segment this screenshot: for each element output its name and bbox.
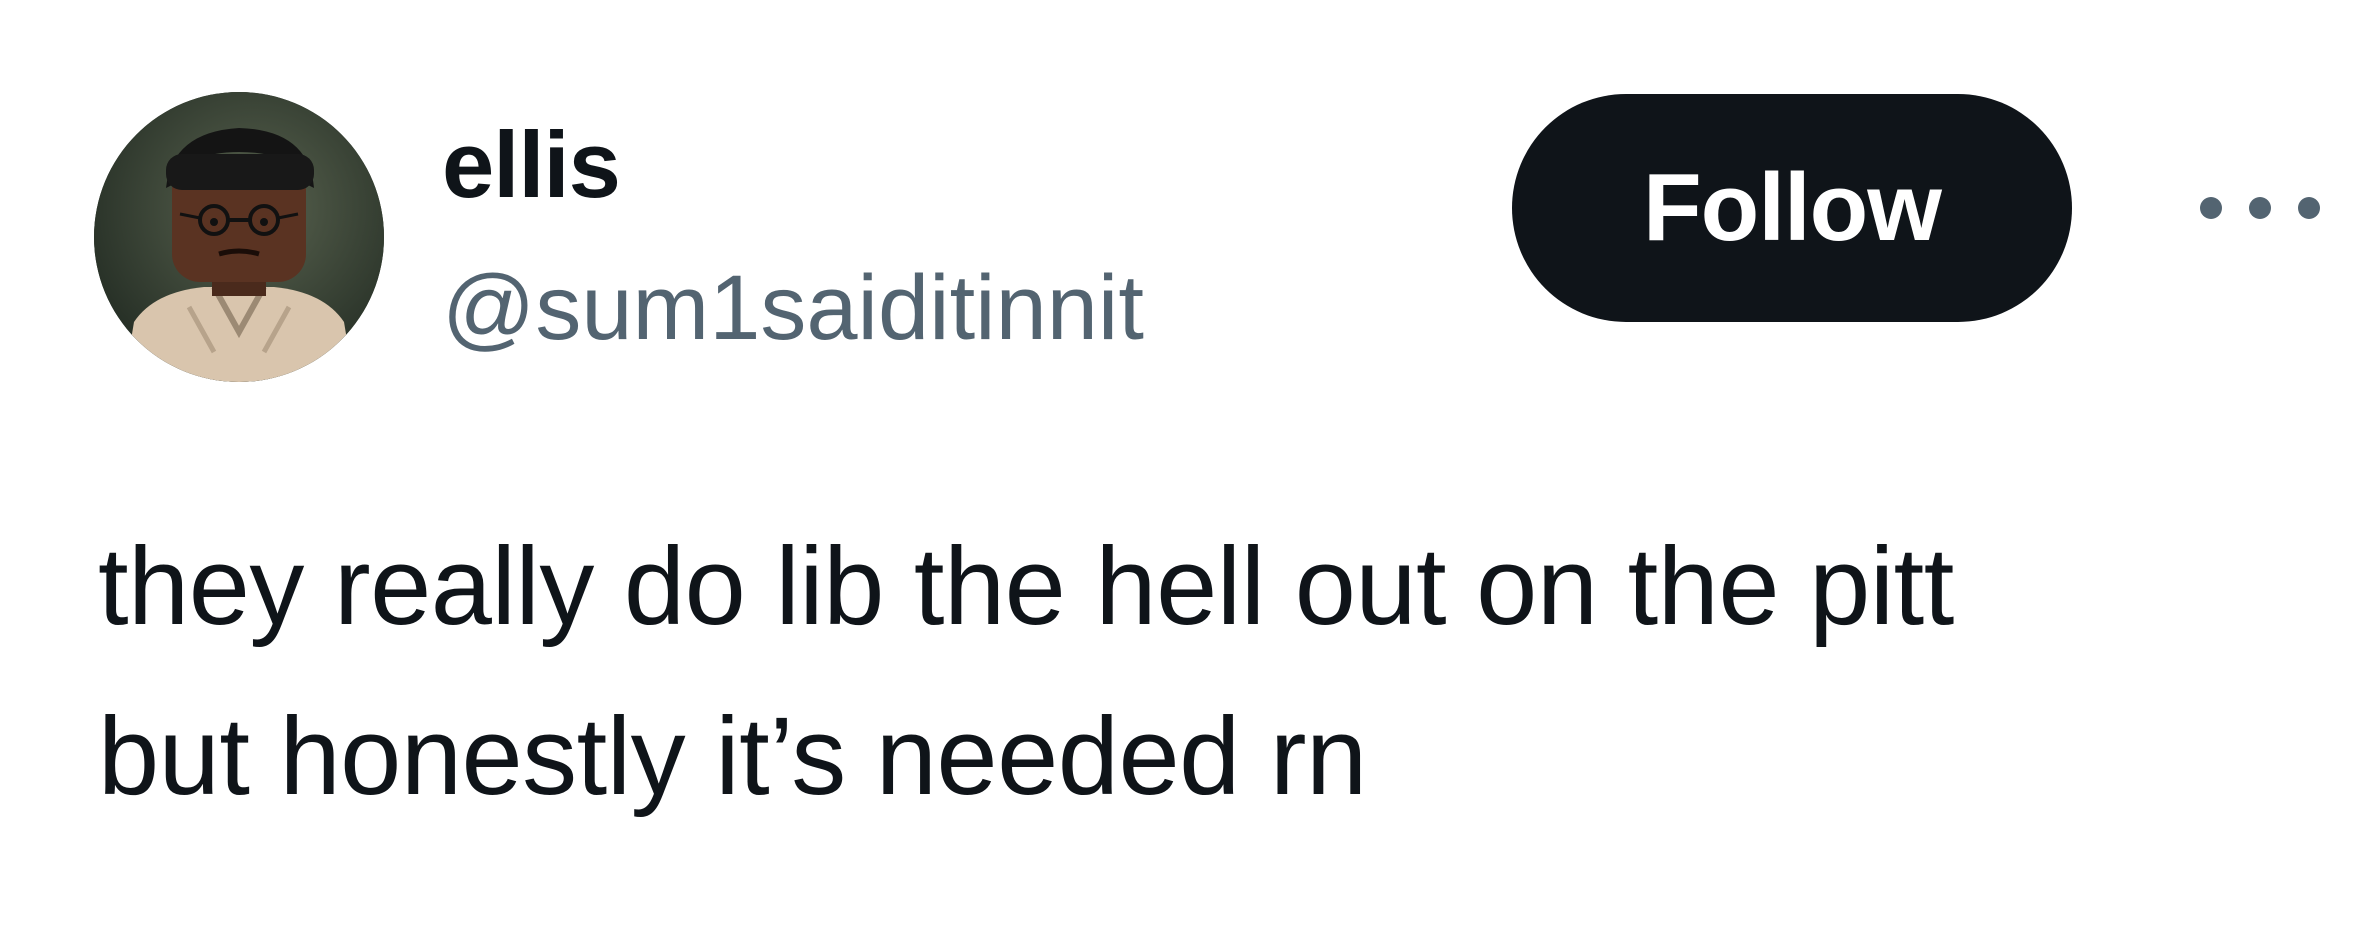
- tweet-text: they really do lib the hell out on the p…: [98, 502, 2298, 842]
- tweet-card: ellis @sum1saiditinnit Follow they reall…: [0, 0, 2372, 948]
- follow-button[interactable]: Follow: [1512, 94, 2072, 322]
- more-options-button[interactable]: [2200, 178, 2320, 238]
- lego-minifigure-avatar-icon: [94, 92, 384, 382]
- tweet-text-line: they really do lib the hell out on the p…: [98, 525, 1954, 648]
- avatar[interactable]: [94, 92, 384, 382]
- user-handle[interactable]: @sum1saiditinnit: [442, 262, 1144, 354]
- display-name[interactable]: ellis: [442, 118, 621, 212]
- more-horizontal-icon-dot: [2298, 197, 2320, 219]
- more-horizontal-icon: [2200, 197, 2222, 219]
- more-horizontal-icon-dot: [2249, 197, 2271, 219]
- tweet-text-line: but honestly it’s needed rn: [98, 695, 1367, 818]
